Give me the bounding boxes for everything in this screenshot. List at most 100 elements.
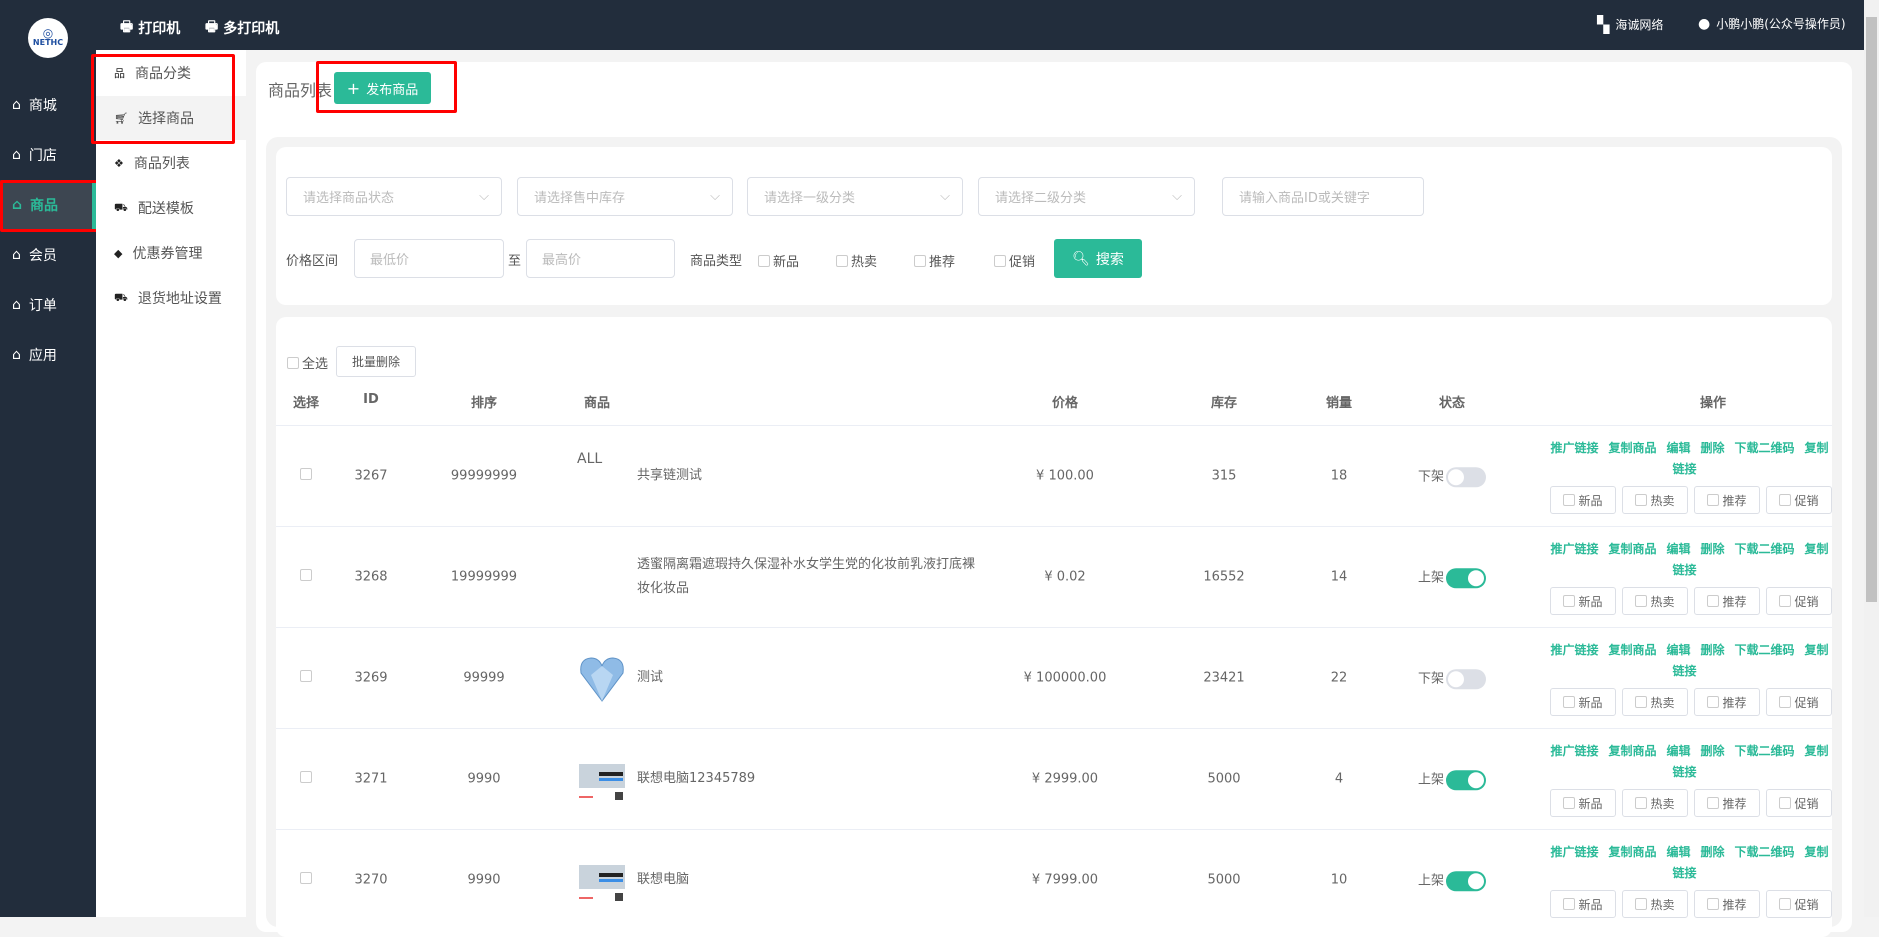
action-link[interactable]: 推广链接	[1550, 845, 1598, 859]
tag-checkbox[interactable]: 热卖	[1622, 688, 1688, 716]
tag-checkbox[interactable]: 促销	[1766, 688, 1832, 716]
column-header: 排序	[470, 396, 498, 411]
row-checkbox[interactable]	[300, 670, 312, 686]
row-checkbox[interactable]	[300, 468, 312, 484]
tag-checkbox[interactable]: 新品	[1550, 688, 1616, 716]
type-checkbox[interactable]: 推荐	[914, 251, 955, 270]
tag-checkbox[interactable]: 推荐	[1694, 486, 1760, 514]
action-link[interactable]: 删除	[1701, 542, 1725, 556]
search-button[interactable]: 🔍︎ 搜索	[1054, 239, 1142, 278]
action-link[interactable]: 编辑	[1666, 643, 1690, 657]
action-link[interactable]: 删除	[1701, 643, 1725, 657]
type-checkbox[interactable]: 促销	[994, 251, 1035, 270]
action-link[interactable]: 推广链接	[1550, 542, 1598, 556]
action-link[interactable]: 下载二维码	[1735, 542, 1795, 556]
row-checkbox[interactable]	[300, 872, 312, 888]
nav-item[interactable]: ⌂ 应用	[0, 330, 96, 380]
row-checkbox[interactable]	[300, 569, 312, 585]
row-checkbox[interactable]	[300, 771, 312, 787]
action-link[interactable]: 复制商品	[1608, 643, 1656, 657]
tag-checkbox[interactable]: 热卖	[1622, 587, 1688, 615]
action-link[interactable]: 下载二维码	[1735, 845, 1795, 859]
category1-select[interactable]: 请选择一级分类 ⌵	[747, 177, 963, 216]
batch-delete-button[interactable]: 批量删除	[336, 346, 416, 377]
action-link[interactable]: 删除	[1701, 845, 1725, 859]
submenu-item[interactable]: ⛟ 退货地址设置	[96, 276, 246, 320]
nav-item[interactable]: ⌂ 会员	[0, 230, 96, 280]
tag-checkbox[interactable]: 促销	[1766, 789, 1832, 817]
status-select[interactable]: 请选择商品状态 ⌵	[286, 177, 502, 216]
action-link[interactable]: 复制商品	[1608, 542, 1656, 556]
toggle-switch[interactable]	[1446, 668, 1487, 689]
submenu-item[interactable]: ⛟ 配送模板	[96, 186, 246, 230]
nav-item[interactable]: ⌂ 商城	[0, 80, 96, 130]
tag-checkbox[interactable]: 促销	[1766, 890, 1832, 918]
tag-checkbox[interactable]: 新品	[1550, 890, 1616, 918]
tag-checkbox[interactable]: 热卖	[1622, 890, 1688, 918]
type-checkbox[interactable]: 热卖	[836, 251, 877, 270]
user-menu[interactable]: ● 小鹏小鹏(公众号操作员)	[1698, 15, 1846, 32]
tag-checkbox[interactable]: 推荐	[1694, 587, 1760, 615]
tag-checkbox[interactable]: 促销	[1766, 486, 1832, 514]
product-stock: 16552	[1203, 569, 1245, 585]
action-link[interactable]: 编辑	[1666, 845, 1690, 859]
tag-checkbox[interactable]: 新品	[1550, 587, 1616, 615]
tag-checkbox[interactable]: 推荐	[1694, 890, 1760, 918]
action-link[interactable]: 复制商品	[1608, 845, 1656, 859]
printer-button[interactable]: 🖶 打印机	[120, 16, 180, 40]
tag-checkbox[interactable]: 新品	[1550, 486, 1616, 514]
action-link[interactable]: 推广链接	[1550, 744, 1598, 758]
search-icon: 🔍︎	[1072, 250, 1090, 267]
product-sales: 14	[1330, 569, 1348, 585]
action-link[interactable]: 删除	[1701, 744, 1725, 758]
action-link[interactable]: 删除	[1701, 441, 1725, 455]
action-link[interactable]: 复制商品	[1608, 744, 1656, 758]
truck-icon: ⛟	[114, 200, 128, 214]
highlight-box	[0, 180, 101, 232]
tag-checkbox[interactable]: 推荐	[1694, 789, 1760, 817]
select-all-checkbox[interactable]: 全选	[287, 353, 328, 372]
company-link[interactable]: ▚ 海诚网络	[1597, 15, 1663, 34]
submenu-item[interactable]: ❖ 商品列表	[96, 141, 246, 185]
product-stock: 23421	[1203, 670, 1245, 686]
action-link[interactable]: 编辑	[1666, 744, 1690, 758]
product-stock: 315	[1211, 468, 1237, 484]
keyword-input[interactable]: 请输入商品ID或关键字	[1222, 177, 1424, 216]
nav-item[interactable]: ⌂ 门店	[0, 130, 96, 180]
action-link[interactable]: 编辑	[1666, 441, 1690, 455]
stock-select[interactable]: 请选择售中库存 ⌵	[517, 177, 733, 216]
sort-order: 9990	[467, 771, 501, 787]
submenu-item[interactable]: ◆ 优惠券管理	[96, 231, 246, 275]
status-toggle[interactable]: 上架	[1418, 869, 1487, 891]
toggle-switch[interactable]	[1446, 870, 1487, 891]
toggle-switch[interactable]	[1446, 567, 1487, 588]
product-thumbnail	[577, 754, 627, 804]
tag-checkbox[interactable]: 促销	[1766, 587, 1832, 615]
status-toggle[interactable]: 下架	[1418, 465, 1487, 487]
toggle-switch[interactable]	[1446, 769, 1487, 790]
action-link[interactable]: 下载二维码	[1735, 441, 1795, 455]
status-toggle[interactable]: 上架	[1418, 768, 1487, 790]
max-price-input[interactable]: 最高价	[526, 239, 675, 278]
tag-checkbox[interactable]: 热卖	[1622, 486, 1688, 514]
tag-checkbox[interactable]: 推荐	[1694, 688, 1760, 716]
action-link[interactable]: 下载二维码	[1735, 744, 1795, 758]
multi-printer-button[interactable]: 🖶 多打印机	[205, 16, 279, 40]
toggle-switch[interactable]	[1446, 466, 1487, 487]
tag-checkbox[interactable]: 热卖	[1622, 789, 1688, 817]
scrollbar-thumb[interactable]	[1866, 17, 1877, 602]
product-thumbnail	[577, 855, 627, 905]
product-price: ¥ 7999.00	[1031, 872, 1099, 888]
action-link[interactable]: 复制商品	[1608, 441, 1656, 455]
nav-item[interactable]: ⌂ 订单	[0, 280, 96, 330]
status-toggle[interactable]: 下架	[1418, 667, 1487, 689]
action-link[interactable]: 推广链接	[1550, 643, 1598, 657]
status-toggle[interactable]: 上架	[1418, 566, 1487, 588]
tag-checkbox[interactable]: 新品	[1550, 789, 1616, 817]
type-checkbox[interactable]: 新品	[758, 251, 799, 270]
category2-select[interactable]: 请选择二级分类 ⌵	[978, 177, 1195, 216]
action-link[interactable]: 推广链接	[1550, 441, 1598, 455]
min-price-input[interactable]: 最低价	[354, 239, 504, 278]
action-link[interactable]: 下载二维码	[1735, 643, 1795, 657]
action-link[interactable]: 编辑	[1666, 542, 1690, 556]
